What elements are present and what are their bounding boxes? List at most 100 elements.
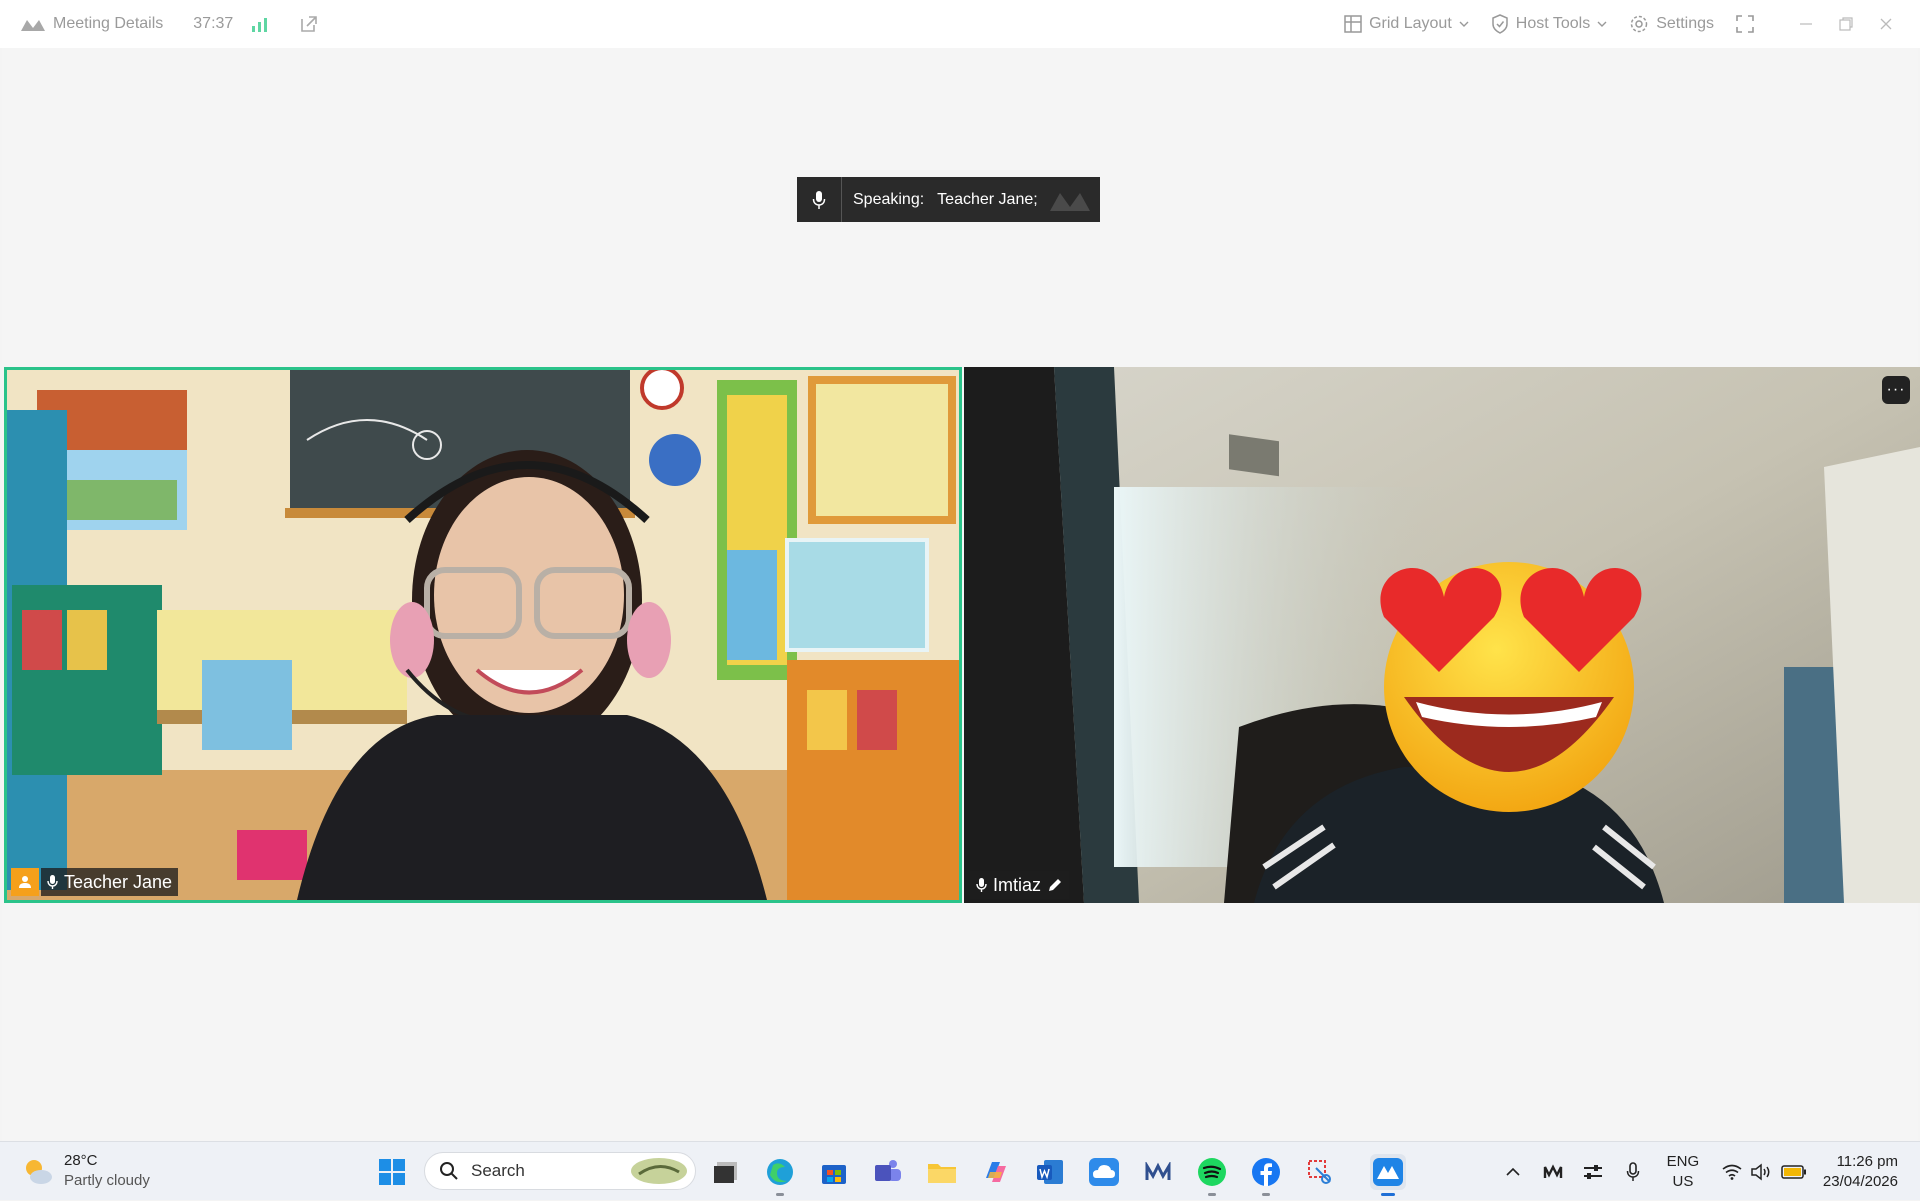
speaker-icon	[1751, 1162, 1770, 1181]
app-logo-icon	[1050, 193, 1090, 211]
taskbar-app-meeting[interactable]	[1140, 1154, 1176, 1190]
taskbar-app-store[interactable]	[816, 1154, 852, 1190]
meeting-stage: Speaking: Teacher Jane; Teacher Jane ···…	[2, 48, 1920, 1141]
meeting-details-button[interactable]: Meeting Details	[20, 15, 163, 33]
clock-date: 23/04/2026	[1822, 1172, 1898, 1190]
battery-icon	[1781, 1164, 1806, 1179]
spotify-icon	[1198, 1158, 1226, 1186]
chevron-down-icon	[1597, 21, 1607, 27]
fullscreen-button[interactable]	[1736, 15, 1754, 33]
tray-volume[interactable]	[1747, 1162, 1777, 1181]
show-hidden-icons-button[interactable]	[1493, 1167, 1533, 1177]
clock-time: 11:26 pm	[1836, 1152, 1898, 1170]
partly-cloudy-icon	[26, 1160, 52, 1184]
tray-battery[interactable]	[1777, 1164, 1811, 1179]
region-code: US	[1672, 1172, 1694, 1190]
taskbar-app-word[interactable]	[1032, 1154, 1068, 1190]
microphone-icon	[47, 875, 58, 889]
tray-meeting-app[interactable]	[1533, 1163, 1573, 1180]
person-icon	[11, 868, 39, 896]
speaking-indicator: Speaking: Teacher Jane;	[797, 177, 1100, 222]
taskbar-app-snipping-tool[interactable]	[1302, 1154, 1338, 1190]
app-logo-icon	[21, 20, 45, 31]
tray-settings-sliders[interactable]	[1573, 1164, 1613, 1180]
minimize-icon	[1800, 23, 1812, 25]
cloud-icon	[1089, 1158, 1119, 1186]
video-tile-imtiaz[interactable]: ··· Imtiaz	[964, 367, 1920, 903]
title-bar: Meeting Details 37:37 Grid Layout Host T…	[0, 0, 1920, 48]
video-meeting-app-icon	[1373, 1158, 1403, 1186]
facebook-icon	[1252, 1158, 1280, 1186]
tray-microphone[interactable]	[1613, 1161, 1653, 1182]
grid-layout-label: Grid Layout	[1369, 15, 1452, 32]
taskbar-app-video-meeting[interactable]	[1370, 1154, 1406, 1196]
meeting-app-icon	[1145, 1162, 1171, 1180]
fullscreen-icon	[1736, 15, 1754, 33]
copilot-icon	[986, 1162, 1006, 1182]
speaking-name: Teacher Jane;	[937, 190, 1038, 208]
microphone-icon	[797, 177, 842, 222]
meeting-details-label: Meeting Details	[53, 15, 164, 32]
taskbar: 28°C Partly cloudy Search ENG US 11:26 p…	[0, 1141, 1920, 1200]
meeting-app-icon	[1543, 1163, 1563, 1178]
search-placeholder: Search	[471, 1161, 525, 1180]
teams-icon	[875, 1160, 901, 1181]
grid-layout-button[interactable]: Grid Layout	[1344, 15, 1469, 33]
classroom-virtual-background	[7, 370, 959, 900]
taskbar-app-file-explorer[interactable]	[924, 1154, 960, 1190]
grid-icon	[1344, 15, 1362, 33]
minimize-button[interactable]	[1788, 17, 1824, 31]
microphone-icon	[976, 878, 987, 892]
language-code: ENG	[1666, 1152, 1700, 1170]
participant-nametag: Imtiaz	[970, 871, 1070, 899]
search-highlight-icon	[631, 1158, 687, 1184]
participant-nametag: Teacher Jane	[11, 868, 179, 896]
close-button[interactable]	[1868, 17, 1904, 31]
search-icon	[440, 1162, 458, 1180]
edge-icon	[767, 1159, 793, 1185]
taskbar-app-spotify[interactable]	[1194, 1154, 1230, 1196]
word-icon	[1037, 1160, 1063, 1184]
restore-icon	[1839, 17, 1853, 31]
settings-label: Settings	[1656, 15, 1714, 32]
start-button[interactable]	[374, 1154, 410, 1190]
clock[interactable]: 11:26 pm 23/04/2026	[1823, 1152, 1898, 1192]
sliders-icon	[1583, 1164, 1602, 1179]
restore-button[interactable]	[1828, 17, 1864, 31]
meeting-timer: 37:37	[193, 15, 234, 32]
weather-condition: Partly cloudy	[64, 1172, 150, 1189]
close-icon	[1880, 18, 1892, 30]
system-tray: ENG US 11:26 pm 23/04/2026	[1493, 1142, 1920, 1201]
tray-wifi[interactable]	[1717, 1164, 1747, 1180]
weather-widget[interactable]: 28°C Partly cloudy	[22, 1151, 150, 1191]
chevron-down-icon	[1459, 21, 1469, 27]
wifi-icon	[1722, 1164, 1742, 1180]
participant-name: Teacher Jane	[64, 871, 173, 892]
gear-icon	[1630, 15, 1648, 33]
more-options-button[interactable]: ···	[1882, 376, 1910, 404]
taskbar-app-file-stack[interactable]	[708, 1154, 744, 1190]
taskbar-app-onedrive[interactable]	[1086, 1154, 1122, 1190]
host-tools-label: Host Tools	[1515, 15, 1591, 32]
input-language[interactable]: ENG US	[1657, 1152, 1709, 1192]
signal-strength-icon[interactable]	[251, 16, 269, 32]
taskbar-app-copilot[interactable]	[978, 1154, 1014, 1190]
folder-icon	[928, 1164, 956, 1183]
taskbar-app-facebook[interactable]	[1248, 1154, 1284, 1196]
store-icon	[822, 1165, 846, 1184]
snipping-tool-icon	[1308, 1160, 1331, 1184]
host-tools-button[interactable]: Host Tools	[1491, 14, 1607, 34]
participant-name: Imtiaz	[993, 874, 1042, 895]
taskbar-search[interactable]: Search	[424, 1152, 696, 1190]
shield-icon	[1492, 14, 1508, 34]
taskbar-app-edge[interactable]	[762, 1154, 798, 1196]
video-tile-teacher-jane[interactable]: Teacher Jane	[4, 367, 962, 903]
windows-logo-icon	[379, 1159, 405, 1185]
weather-temp: 28°C	[64, 1152, 98, 1169]
chevron-up-icon	[1506, 1167, 1520, 1176]
taskbar-app-teams[interactable]	[870, 1154, 906, 1190]
rename-pencil-icon[interactable]	[1047, 877, 1063, 893]
settings-button[interactable]: Settings	[1629, 14, 1714, 34]
pop-out-icon[interactable]	[299, 14, 319, 34]
camera-feed-room	[964, 367, 1920, 903]
